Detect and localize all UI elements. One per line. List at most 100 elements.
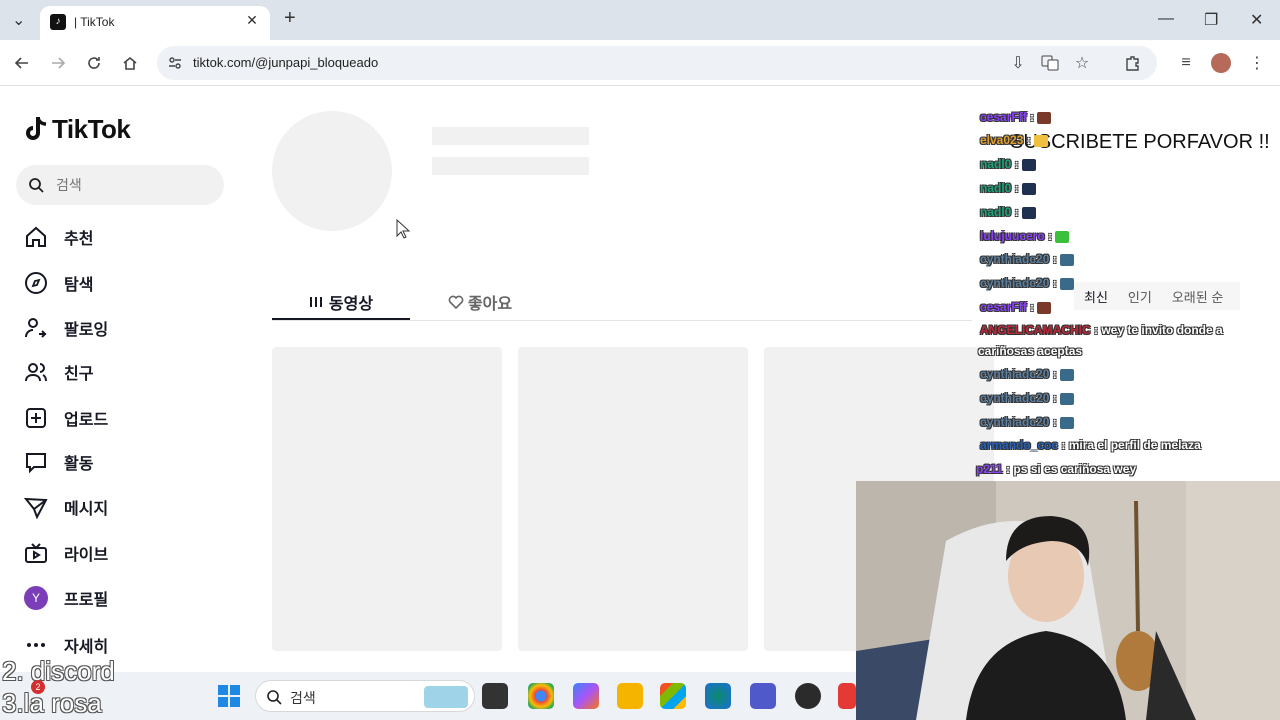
sidebar-item-profile[interactable]: Y 프로필 bbox=[24, 583, 108, 613]
chat-message: cesarFff : bbox=[980, 300, 1052, 314]
sidebar-item-upload[interactable]: 업로드 bbox=[24, 403, 108, 433]
windows-start-icon[interactable] bbox=[216, 683, 242, 709]
profile-avatar-icon[interactable] bbox=[1210, 52, 1232, 74]
friends-icon bbox=[24, 360, 48, 384]
sidebar-item-live[interactable]: 라이브 bbox=[24, 538, 108, 568]
browser-tab[interactable]: ♪ | TikTok ✕ bbox=[40, 6, 270, 40]
sidebar-item-friends[interactable]: 친구 bbox=[24, 357, 93, 387]
avatar: Y bbox=[24, 586, 48, 610]
chat-separator: : bbox=[1090, 323, 1102, 337]
chat-username: cynthiadc20 bbox=[980, 252, 1050, 266]
teams-app-icon[interactable] bbox=[750, 683, 776, 709]
chat-separator: : bbox=[1011, 205, 1023, 219]
sort-tab-popular[interactable]: 인기 bbox=[1128, 287, 1152, 306]
tab-title: | TikTok bbox=[74, 15, 115, 29]
new-tab-icon[interactable]: + bbox=[284, 7, 296, 30]
sidebar-search[interactable] bbox=[16, 165, 224, 205]
chat-username: cynthiadc20 bbox=[980, 391, 1050, 405]
upload-icon bbox=[24, 406, 48, 430]
profile-avatar-placeholder bbox=[272, 111, 392, 231]
sort-tab-latest[interactable]: 최신 bbox=[1084, 287, 1108, 306]
forward-icon[interactable] bbox=[47, 52, 69, 74]
back-icon[interactable] bbox=[11, 52, 33, 74]
chat-message: cynthiadc20 : bbox=[980, 252, 1075, 266]
tiktok-favicon-icon: ♪ bbox=[50, 14, 66, 30]
chat-message: cynthiadc20 : bbox=[980, 415, 1075, 429]
edge-app-icon[interactable] bbox=[705, 683, 731, 709]
taskbar-search[interactable]: 검색 bbox=[255, 680, 475, 712]
chat-username: elva023 bbox=[980, 133, 1024, 147]
chat-emote-icon bbox=[1060, 416, 1075, 429]
sidebar-item-label: 추천 bbox=[64, 231, 94, 248]
tab-videos[interactable]: 동영상 bbox=[272, 284, 410, 320]
bookmark-star-icon[interactable]: ☆ bbox=[1071, 52, 1093, 74]
translate-icon[interactable] bbox=[1039, 52, 1061, 74]
tab-close-icon[interactable]: ✕ bbox=[242, 12, 262, 29]
menu-kebab-icon[interactable]: ⋮ bbox=[1246, 52, 1268, 74]
sidebar-item-foryou[interactable]: 추천 bbox=[24, 222, 93, 252]
chat-separator: : bbox=[1049, 391, 1061, 405]
chat-message: nadl0 : bbox=[980, 205, 1037, 219]
chat-separator: : bbox=[1002, 462, 1014, 476]
chat-username: nadl0 bbox=[980, 181, 1012, 195]
sidebar-item-messages[interactable]: 메시지 bbox=[24, 492, 108, 522]
minimize-icon[interactable]: — bbox=[1158, 10, 1174, 28]
chat-separator: : bbox=[1044, 229, 1056, 243]
avatar-initial: Y bbox=[24, 586, 48, 610]
sort-tab-oldest[interactable]: 오래된 순 bbox=[1172, 287, 1223, 306]
chat-text: cariñosas aceptas bbox=[978, 344, 1083, 358]
chat-separator: : bbox=[1026, 300, 1038, 314]
opera-app-icon[interactable] bbox=[838, 683, 856, 709]
home-icon bbox=[24, 225, 48, 249]
chat-emote-icon bbox=[1037, 111, 1052, 124]
chat-message: nadl0 : bbox=[980, 157, 1037, 171]
chat-username: armando_coc bbox=[980, 438, 1059, 452]
following-icon bbox=[24, 316, 48, 340]
search-input[interactable] bbox=[56, 175, 206, 195]
taskbar-search-label: 검색 bbox=[290, 690, 316, 706]
overlay-line: 2. discord bbox=[2, 656, 115, 686]
sidebar-item-label: 자세히 bbox=[64, 639, 109, 656]
extensions-icon[interactable] bbox=[1122, 52, 1144, 74]
home-button-icon[interactable] bbox=[119, 52, 141, 74]
sidebar-item-label: 메시지 bbox=[64, 501, 109, 518]
chat-username: nadl0 bbox=[980, 205, 1012, 219]
chat-emote-icon bbox=[1034, 134, 1049, 147]
site-info-icon[interactable] bbox=[167, 55, 183, 71]
tiktok-logo[interactable]: TikTok bbox=[24, 113, 131, 145]
obs-app-icon[interactable] bbox=[795, 683, 821, 709]
media-control-icon[interactable]: ≡ bbox=[1175, 52, 1197, 74]
task-view-icon[interactable] bbox=[482, 683, 508, 709]
copilot-app-icon[interactable] bbox=[573, 683, 599, 709]
message-icon bbox=[24, 495, 48, 519]
chat-emote-icon bbox=[1060, 253, 1075, 266]
search-icon bbox=[29, 178, 44, 193]
ms-store-icon[interactable] bbox=[660, 683, 686, 709]
chat-text: mira el perfil de melaza bbox=[1068, 438, 1201, 452]
reload-icon[interactable] bbox=[83, 52, 105, 74]
chat-username: cesarFff bbox=[980, 300, 1027, 314]
sidebar-item-explore[interactable]: 탐색 bbox=[24, 268, 93, 298]
more-icon bbox=[24, 633, 48, 657]
notification-badge: 2 bbox=[31, 680, 45, 694]
window-close-icon[interactable]: ✕ bbox=[1250, 10, 1263, 30]
restore-icon[interactable]: ❐ bbox=[1204, 10, 1218, 30]
install-app-icon[interactable]: ⇩ bbox=[1007, 52, 1029, 74]
tab-search-chevron-icon[interactable]: ⌄ bbox=[12, 10, 25, 30]
comment-sort-tabs: 최신 인기 오래된 순 bbox=[1074, 282, 1240, 310]
sidebar-item-label: 라이브 bbox=[64, 547, 109, 564]
tab-label: 좋아요 bbox=[467, 296, 513, 313]
sidebar-item-activity[interactable]: 활동 bbox=[24, 447, 93, 477]
chat-emote-icon bbox=[1037, 301, 1052, 314]
sidebar-item-label: 프로필 bbox=[64, 592, 109, 609]
sidebar-item-following[interactable]: 팔로잉 bbox=[24, 313, 108, 343]
tab-likes[interactable]: 좋아요 bbox=[430, 284, 530, 320]
chat-text: wey te invito donde a bbox=[1101, 323, 1223, 337]
chat-separator: : bbox=[1049, 276, 1061, 290]
chrome-app-icon[interactable] bbox=[528, 683, 554, 709]
file-explorer-icon[interactable] bbox=[617, 683, 643, 709]
heart-icon bbox=[448, 295, 464, 309]
chat-message: cynthiadc20 : bbox=[980, 391, 1075, 405]
search-highlight-icon bbox=[424, 686, 468, 708]
chat-emote-icon bbox=[1060, 368, 1075, 381]
